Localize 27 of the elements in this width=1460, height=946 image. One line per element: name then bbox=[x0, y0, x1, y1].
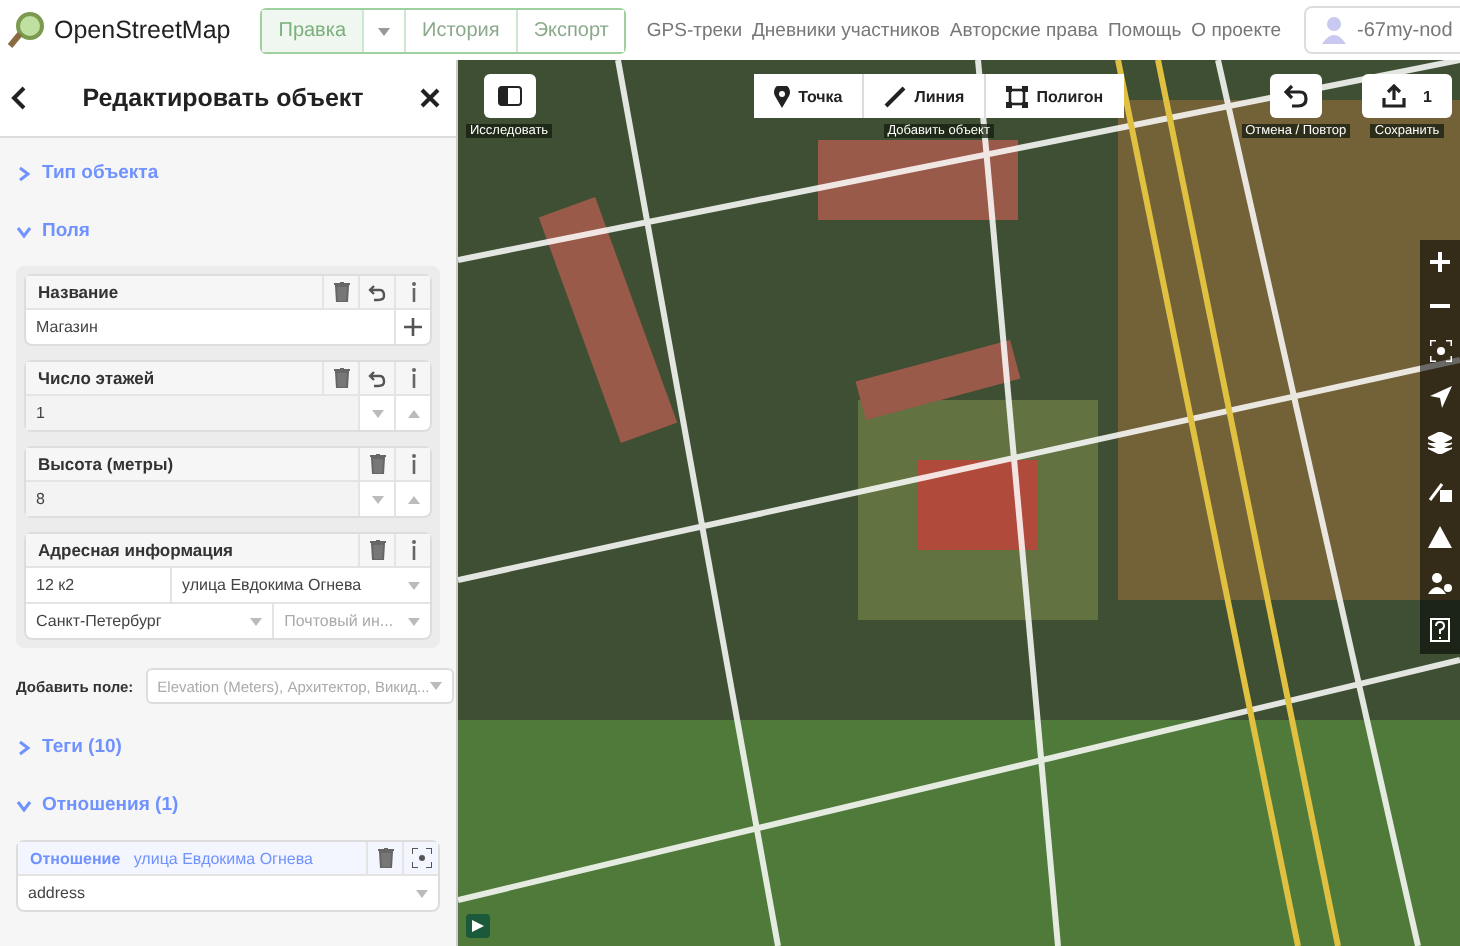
section-toggle[interactable]: Теги (10) bbox=[16, 724, 440, 770]
nav-tab[interactable]: Правка bbox=[262, 9, 365, 51]
street-combobox[interactable]: улица Евдокима Огнева bbox=[172, 568, 430, 602]
field-label: Адресная информация bbox=[36, 540, 236, 560]
number-input[interactable]: 8 bbox=[26, 482, 358, 516]
housenumber-input[interactable]: 12 к2 bbox=[26, 568, 172, 602]
nav-link[interactable]: Дневники участников bbox=[752, 19, 940, 41]
user-menu-button[interactable]: -67my-nod bbox=[1303, 6, 1460, 54]
nav-link[interactable]: Авторские права bbox=[949, 19, 1098, 41]
postcode-combobox[interactable]: Почтовый ин... bbox=[274, 604, 430, 638]
nav-link[interactable]: Помощь bbox=[1107, 19, 1182, 41]
field-label: Высота (метры) bbox=[36, 454, 176, 474]
field-label: Название bbox=[36, 282, 121, 302]
panel-title: Редактировать объект bbox=[80, 84, 366, 112]
section-toggle[interactable]: Тип объекта bbox=[16, 150, 440, 196]
nav-link[interactable]: О проекте bbox=[1191, 19, 1281, 41]
field-label: Число этажей bbox=[36, 368, 157, 388]
text-input[interactable]: Магазин bbox=[26, 310, 394, 344]
site-logo[interactable]: OpenStreetMap bbox=[54, 16, 231, 44]
nav-link[interactable]: GPS-треки bbox=[646, 19, 742, 41]
section-toggle[interactable]: Отношения (1) bbox=[16, 782, 440, 828]
role-combobox[interactable]: address bbox=[18, 876, 438, 910]
number-input[interactable]: 1 bbox=[26, 396, 358, 430]
section-toggle[interactable]: Поля bbox=[16, 208, 440, 254]
city-combobox[interactable]: Санкт-Петербург bbox=[26, 604, 275, 638]
point-button[interactable]: Точка bbox=[754, 74, 865, 118]
save-button[interactable]: 1 bbox=[1362, 74, 1452, 118]
